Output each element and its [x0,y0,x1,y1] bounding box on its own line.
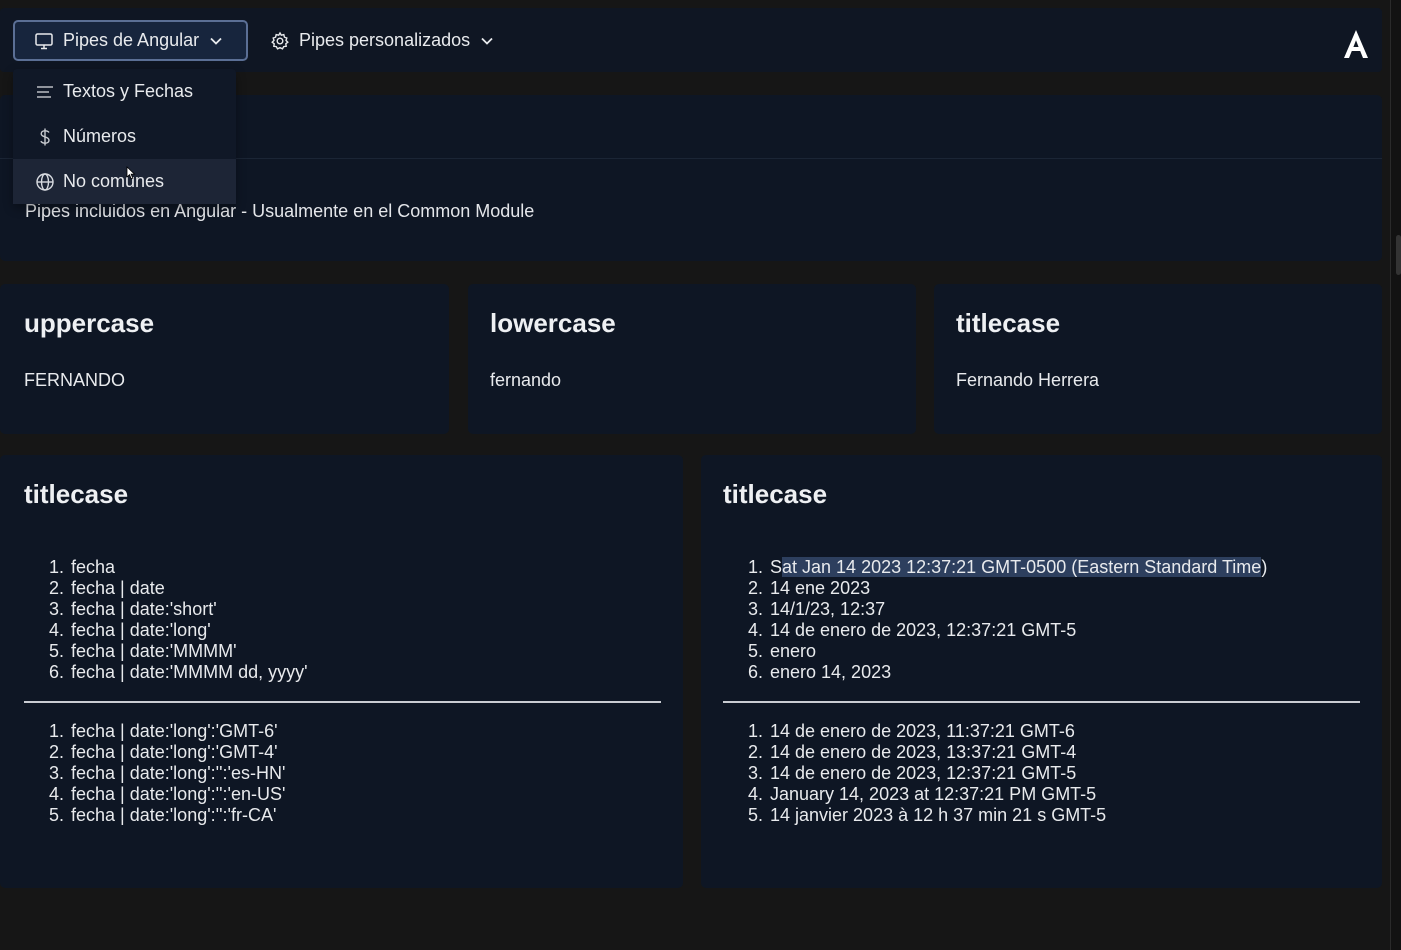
list-item: 14 de enero de 2023, 13:37:21 GMT-4 [768,742,1106,763]
dates-results-card: titlecase Sat Jan 14 2023 12:37:21 GMT-0… [701,455,1382,888]
menu-pipes-personalizados-label: Pipes personalizados [299,30,471,50]
horizontal-rule [723,701,1360,703]
dropdown-item-no-comunes[interactable]: No comunes [13,159,236,204]
globe-icon [35,172,55,192]
list-item: fecha | date:'long' [69,620,308,641]
dates-pipes-card: titlecase fecha fecha | date fecha | dat… [0,455,683,888]
card-value: fernando [490,370,562,390]
card-title: uppercase [24,308,155,338]
dollar-icon [35,127,55,147]
list-item: enero [768,641,1267,662]
mouse-cursor-icon [126,166,136,180]
chevron-down-icon [480,34,494,48]
uppercase-card: uppercase FERNANDO [0,284,449,434]
pipe-expressions-list: fecha fecha | date fecha | date:'short' … [25,557,308,683]
align-left-icon [35,82,55,102]
selected-date-text: Sat Jan 14 2023 12:37:21 GMT-0500 (Easte… [770,557,1268,577]
list-item: fecha | date:'short' [69,599,308,620]
pipe-timezone-expressions-list: fecha | date:'long':'GMT-6' fecha | date… [25,721,285,826]
chevron-down-icon [209,34,223,48]
horizontal-rule [24,701,661,703]
list-item: 14 janvier 2023 à 12 h 37 min 21 s GMT-5 [768,805,1106,826]
list-item: enero 14, 2023 [768,662,1267,683]
titlecase-card: titlecase Fernando Herrera [934,284,1382,434]
gear-icon [270,31,290,51]
list-item: fecha | date:'long':'':'fr-CA' [69,805,285,826]
list-item: fecha | date:'long':'GMT-4' [69,742,285,763]
top-menubar: Pipes de Angular Pipes personalizados [0,8,1382,72]
list-item: 14 de enero de 2023, 12:37:21 GMT-5 [768,620,1267,641]
lowercase-card: lowercase fernando [468,284,916,434]
pipe-timezone-results-list: 14 de enero de 2023, 11:37:21 GMT-6 14 d… [724,721,1106,826]
list-item: fecha | date:'MMMM' [69,641,308,662]
card-title: lowercase [490,308,616,338]
list-item: fecha | date [69,578,308,599]
card-value: FERNANDO [24,370,126,390]
text-selection-highlight: at Jan 14 2023 12:37:21 GMT-0500 (Easter… [782,557,1262,577]
pipe-results-list: Sat Jan 14 2023 12:37:21 GMT-0500 (Easte… [724,557,1267,683]
list-item: fecha | date:'long':'GMT-6' [69,721,285,742]
list-item: 14/1/23, 12:37 [768,599,1267,620]
list-item: 14 de enero de 2023, 12:37:21 GMT-5 [768,763,1106,784]
list-item: fecha [69,557,308,578]
pipes-de-angular-dropdown: Textos y Fechas Números No comunes [13,69,236,204]
menu-pipes-de-angular-label: Pipes de Angular [63,30,200,50]
card-title: titlecase [723,479,828,509]
dropdown-item-label: Textos y Fechas [63,81,194,101]
menu-pipes-de-angular[interactable]: Pipes de Angular [13,20,248,61]
window-scrollbar[interactable] [1390,0,1401,950]
dropdown-item-textos-y-fechas[interactable]: Textos y Fechas [13,69,236,114]
list-item: fecha | date:'long':'':'en-US' [69,784,285,805]
scrollbar-thumb[interactable] [1396,235,1401,275]
angular-logo-icon[interactable] [1340,28,1372,62]
list-item: 14 ene 2023 [768,578,1267,599]
card-title: titlecase [24,479,129,509]
monitor-icon [34,31,54,51]
dropdown-item-label: Números [63,126,137,146]
list-item: fecha | date:'MMMM dd, yyyy' [69,662,308,683]
list-item: 14 de enero de 2023, 11:37:21 GMT-6 [768,721,1106,742]
dropdown-item-label: No comunes [63,171,165,191]
list-item-selected-text: Sat Jan 14 2023 12:37:21 GMT-0500 (Easte… [768,557,1267,578]
menu-pipes-personalizados[interactable]: Pipes personalizados [270,20,510,61]
list-item: fecha | date:'long':'':'es-HN' [69,763,285,784]
card-title: titlecase [956,308,1061,338]
card-value: Fernando Herrera [956,370,1100,390]
list-item: January 14, 2023 at 12:37:21 PM GMT-5 [768,784,1106,805]
dropdown-item-numeros[interactable]: Números [13,114,236,159]
page-subtitle: Pipes incluidos en Angular - Usualmente … [25,201,535,221]
